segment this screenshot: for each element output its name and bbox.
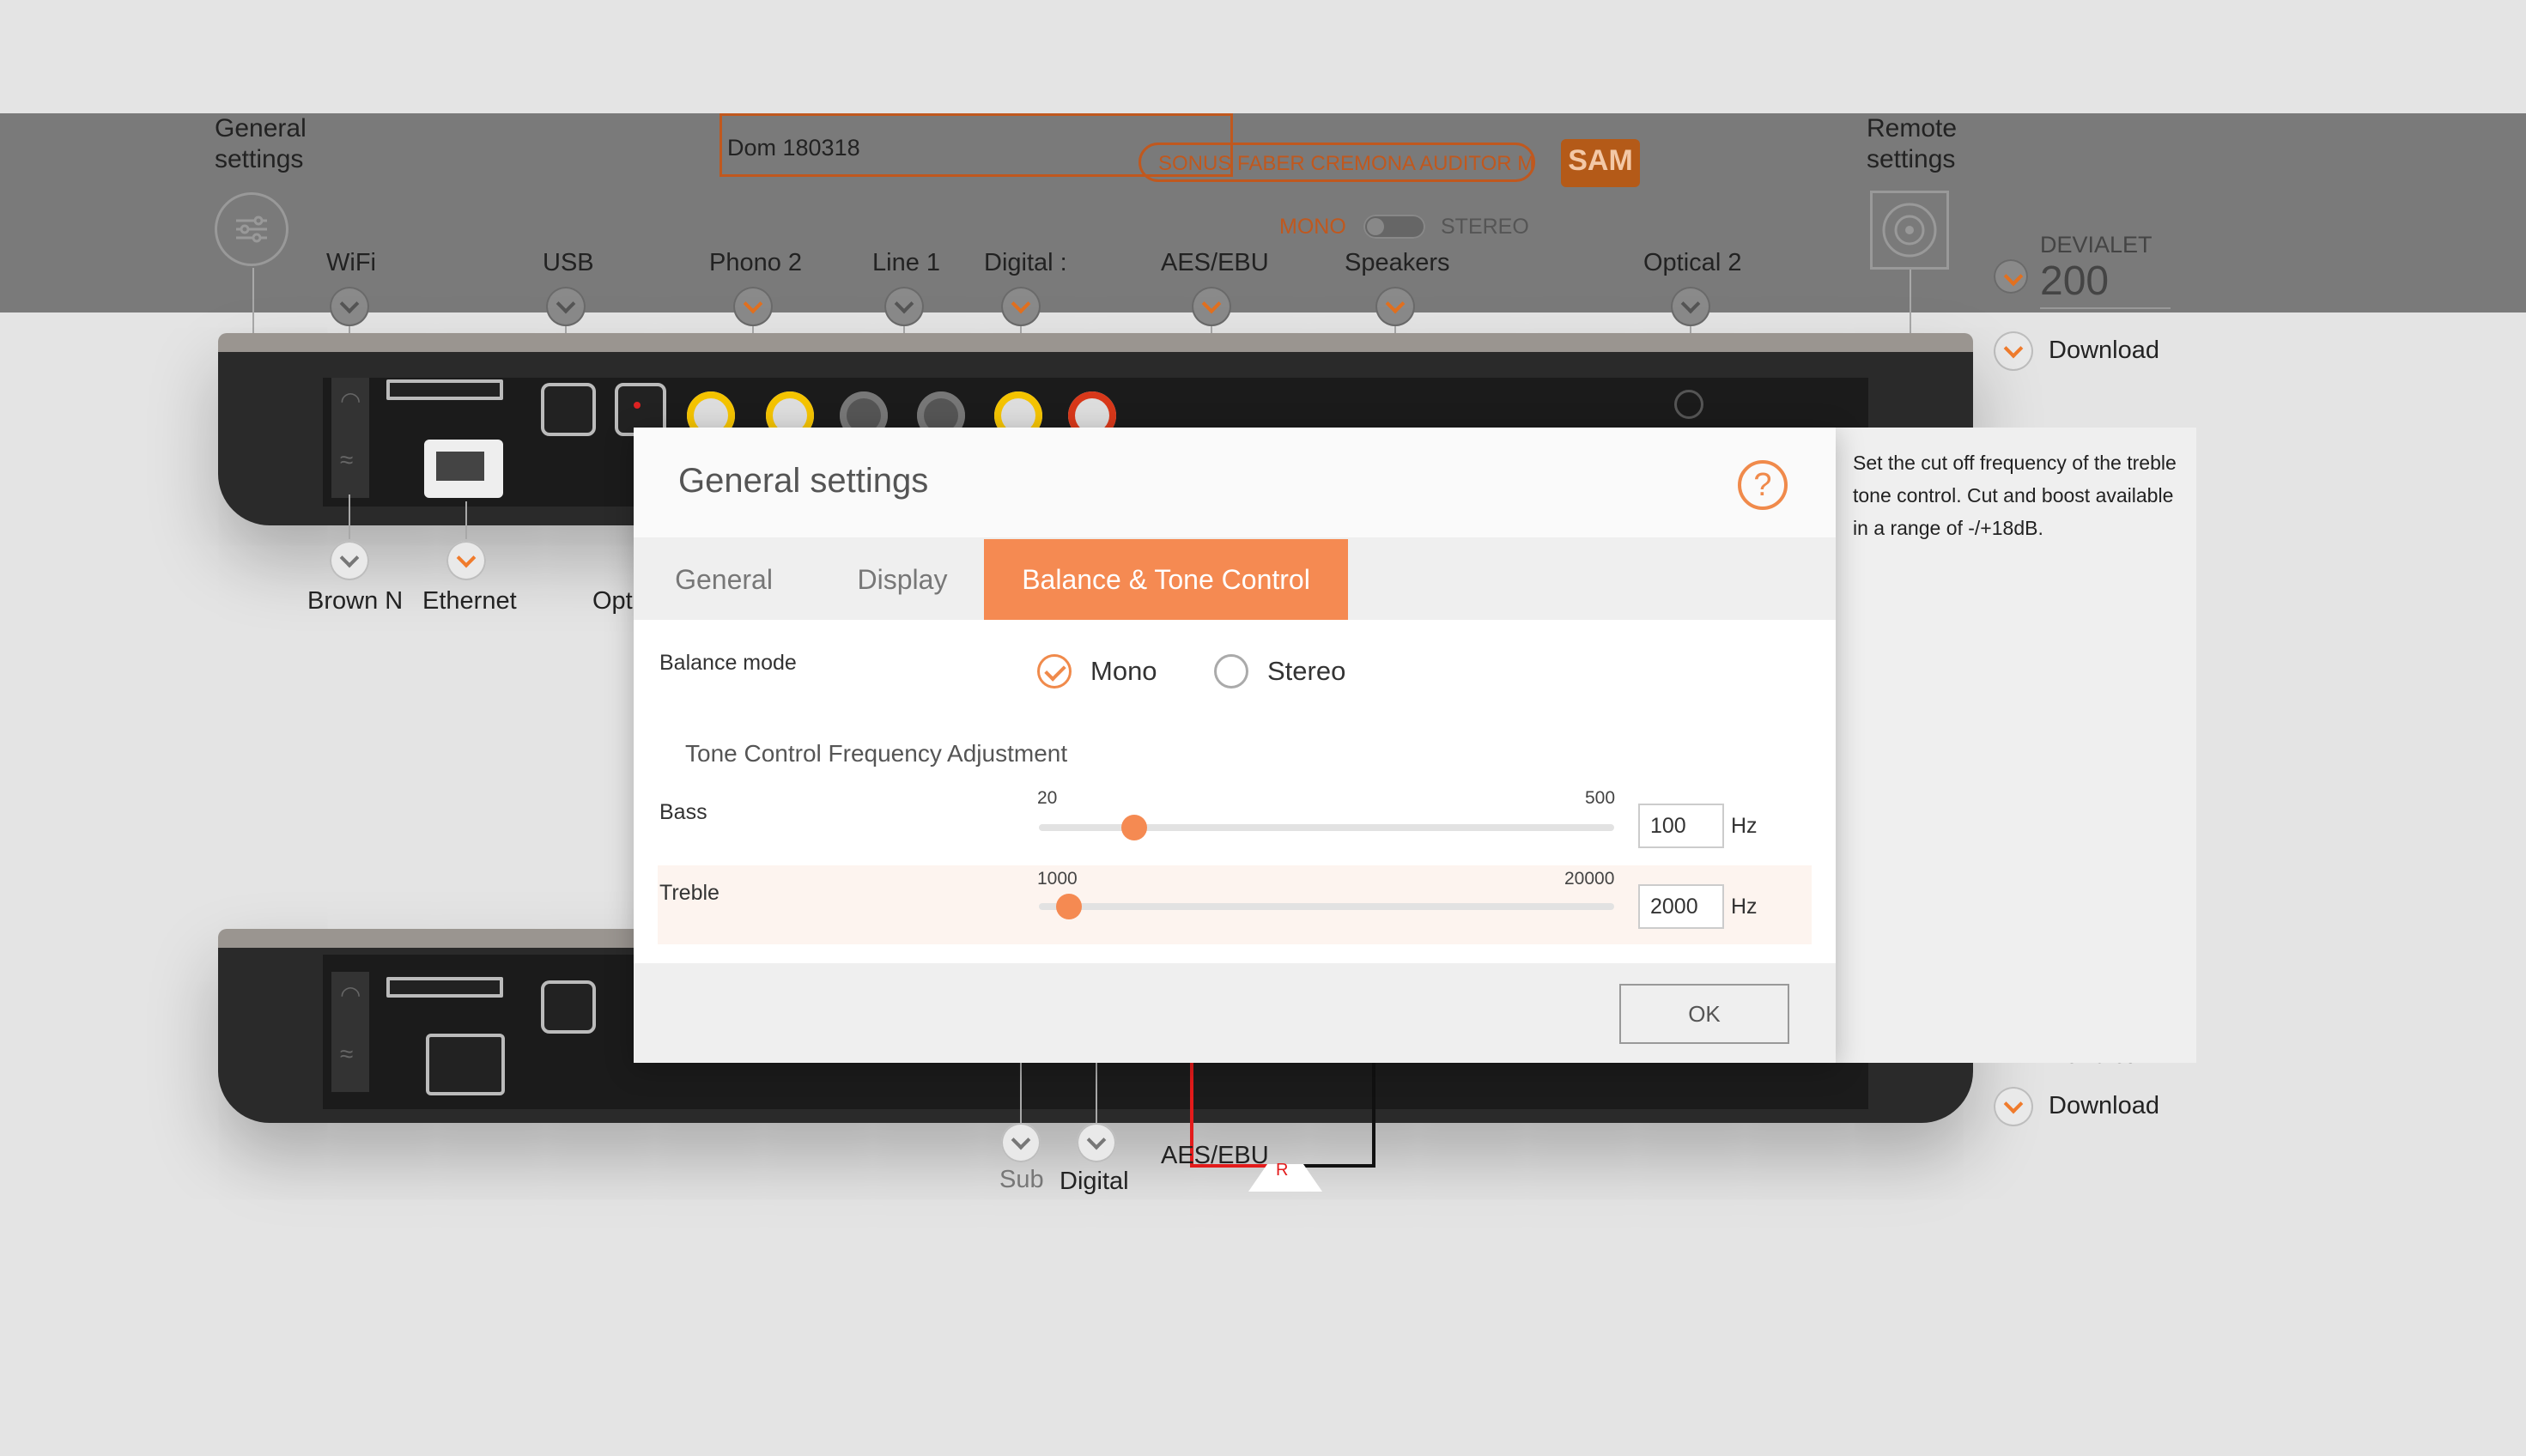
dialog-body: Balance mode Mono Stereo Tone Control Fr… xyxy=(634,620,1836,963)
port-label-optical: Opt xyxy=(592,587,633,615)
treble-max-label: 20000 xyxy=(1564,869,1615,889)
port-speakers-chevron-icon[interactable] xyxy=(1375,287,1415,326)
port-label-usb: USB xyxy=(543,249,594,276)
model-dropdown-icon[interactable] xyxy=(1994,259,2028,294)
balance-stereo-label[interactable]: Stereo xyxy=(1267,656,1345,687)
port-label-digital-bottom: Digital xyxy=(1060,1168,1129,1195)
remote-settings-icon[interactable] xyxy=(1870,191,1949,270)
ethernet-port xyxy=(426,1034,505,1095)
port-usb-chevron-icon[interactable] xyxy=(546,287,586,326)
connector-line xyxy=(1910,270,1911,333)
connector-line xyxy=(1020,1063,1022,1123)
help-panel: Set the cut off frequency of the treble … xyxy=(1836,428,2196,1063)
balance-mono-label[interactable]: Mono xyxy=(1090,656,1157,687)
bass-max-label: 500 xyxy=(1585,788,1616,808)
brand-label: DEVIALET xyxy=(2040,232,2153,258)
port-phono-2-chevron-icon[interactable] xyxy=(733,287,773,326)
treble-label: Treble xyxy=(659,881,720,905)
wifi-icon: ◠ xyxy=(340,981,361,1008)
general-settings-icon[interactable] xyxy=(215,192,288,266)
port-label-wifi: WiFi xyxy=(326,249,376,276)
connector-line xyxy=(1096,1063,1097,1123)
remote-settings-label[interactable]: Remote settings xyxy=(1867,113,1957,175)
bass-value-input[interactable]: 100 xyxy=(1638,804,1724,848)
dialog-header: General settings ? xyxy=(634,428,1836,537)
bass-unit-label: Hz xyxy=(1731,814,1758,838)
download-bottom-link[interactable]: Download xyxy=(2049,1092,2159,1120)
general-settings-dialog: General settings ? General Display Balan… xyxy=(634,428,1836,1063)
treble-unit-label: Hz xyxy=(1731,895,1758,919)
port-label-digital: Digital : xyxy=(984,249,1067,276)
bass-min-label: 20 xyxy=(1037,788,1058,808)
balance-mode-label: Balance mode xyxy=(659,651,797,675)
speaker-cable-diagram xyxy=(1190,1063,1375,1192)
port-label-sub: Sub xyxy=(999,1166,1044,1193)
port-label-optical-2: Optical 2 xyxy=(1643,249,1742,276)
wifi-antenna-panel: ◠ ≈ xyxy=(331,378,369,498)
dialog-tabs: General Display Balance & Tone Control xyxy=(634,539,1836,620)
port-label-aes-ebu-bottom: AES/EBU xyxy=(1161,1142,1269,1169)
speaker-model-select[interactable]: SONUS FABER CREMONA AUDITOR M xyxy=(1139,143,1535,182)
optical-2-port xyxy=(1674,390,1703,419)
port-label-aes-ebu: AES/EBU xyxy=(1161,249,1269,276)
download-bottom-icon[interactable] xyxy=(1994,1087,2033,1126)
model-number[interactable]: 200 xyxy=(2040,258,2109,305)
ethernet-port xyxy=(424,440,503,498)
tab-balance-tone-control[interactable]: Balance & Tone Control xyxy=(984,539,1348,620)
port-digital-bottom-chevron-icon[interactable] xyxy=(1077,1123,1116,1162)
general-settings-label[interactable]: General settings xyxy=(215,113,307,175)
speaker-model-value: SONUS FABER CREMONA AUDITOR M xyxy=(1158,152,1535,175)
port-digital-chevron-icon[interactable] xyxy=(1001,287,1041,326)
port-ethernet-chevron-icon[interactable] xyxy=(446,541,486,580)
port-label-line-1: Line 1 xyxy=(872,249,941,276)
port-wifi-chevron-icon[interactable] xyxy=(330,287,369,326)
connector-line xyxy=(465,501,467,539)
mono-toggle-label: MONO xyxy=(1279,215,1346,239)
sam-processing-logo: SAM xyxy=(1561,139,1640,187)
treble-slider-track[interactable] xyxy=(1039,903,1614,910)
bass-slider-thumb[interactable] xyxy=(1120,815,1147,840)
model-underline xyxy=(2040,307,2171,309)
port-line-1-chevron-icon[interactable] xyxy=(884,287,924,326)
sd-card-slot xyxy=(386,379,503,400)
port-label-speakers: Speakers xyxy=(1345,249,1450,276)
speaker-channel-label: R xyxy=(1276,1161,1289,1180)
mono-stereo-toggle[interactable] xyxy=(1363,215,1425,239)
balance-mono-radio[interactable] xyxy=(1037,654,1072,689)
port-brown-chevron-icon[interactable] xyxy=(330,541,369,580)
port-aes-ebu-chevron-icon[interactable] xyxy=(1192,287,1231,326)
ok-button[interactable]: OK xyxy=(1619,984,1789,1044)
wifi-antenna-panel: ◠ ≈ xyxy=(331,972,369,1092)
tab-general[interactable]: General xyxy=(634,539,814,620)
tone-section-title: Tone Control Frequency Adjustment xyxy=(685,740,1068,767)
treble-value-input[interactable]: 2000 xyxy=(1638,884,1724,929)
dialog-title: General settings xyxy=(678,462,929,500)
wifi-icon: ◠ xyxy=(340,387,361,414)
treble-min-label: 1000 xyxy=(1037,869,1078,889)
sd-card-slot xyxy=(386,977,503,998)
port-label-brown: Brown N xyxy=(307,587,404,615)
stereo-toggle-label: STEREO xyxy=(1441,215,1529,239)
port-sub-chevron-icon[interactable] xyxy=(1001,1123,1041,1162)
connector-line xyxy=(349,494,350,539)
antenna-icon: ≈ xyxy=(340,446,354,473)
usb-port xyxy=(541,383,596,436)
config-name-value: Dom 180318 xyxy=(727,135,860,161)
help-text: Set the cut off frequency of the treble … xyxy=(1853,452,2177,539)
bass-label: Bass xyxy=(659,800,707,824)
antenna-icon: ≈ xyxy=(340,1040,354,1067)
tab-display[interactable]: Display xyxy=(814,539,991,620)
port-optical-2-chevron-icon[interactable] xyxy=(1671,287,1710,326)
treble-slider-thumb[interactable] xyxy=(1055,894,1082,919)
port-label-ethernet: Ethernet xyxy=(422,587,517,615)
balance-stereo-radio[interactable] xyxy=(1214,654,1248,689)
download-top-icon[interactable] xyxy=(1994,331,2033,371)
usb-port xyxy=(541,980,596,1034)
help-icon[interactable]: ? xyxy=(1738,460,1788,510)
connector-line xyxy=(252,268,254,333)
port-label-phono-2: Phono 2 xyxy=(709,249,803,276)
download-top-link[interactable]: Download xyxy=(2049,337,2159,365)
